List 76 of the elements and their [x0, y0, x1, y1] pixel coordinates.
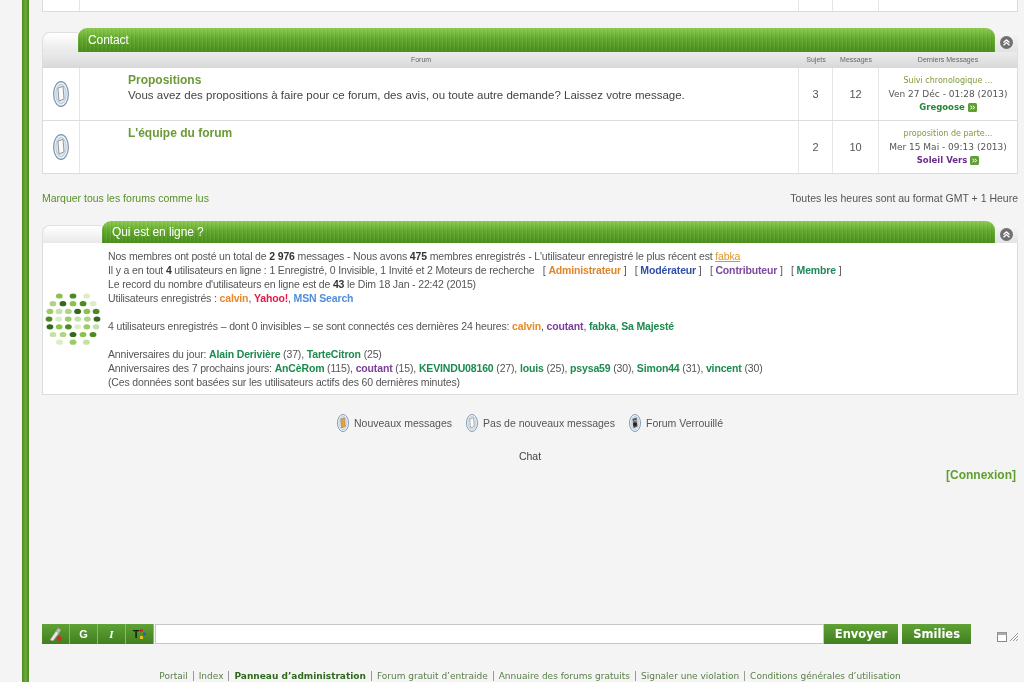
footer-link[interactable]: Portail [154, 671, 193, 681]
username-link[interactable]: AnCèRom [274, 362, 325, 374]
book-icon [53, 81, 69, 107]
chat-title: Chat [518, 450, 542, 462]
group-link[interactable]: Contributeur [715, 264, 778, 276]
mark-read-link[interactable]: Marquer tous les forums comme lus [42, 192, 209, 204]
username-link[interactable]: fabka [715, 250, 741, 262]
username-link[interactable]: KEVINDU08160 [418, 362, 494, 374]
text-color-button[interactable]: T [126, 624, 154, 644]
forum-title-link[interactable]: L'équipe du forum [128, 126, 233, 140]
table-cell: 10 [833, 121, 879, 173]
table-cell: 2 [799, 121, 833, 173]
bold-button[interactable]: G [70, 624, 98, 644]
square-arrow-icon[interactable] [967, 102, 977, 112]
username-link[interactable]: Simon44 [636, 362, 680, 374]
group-link[interactable]: Administrateur [548, 264, 621, 276]
username-link[interactable]: vincent [705, 362, 742, 374]
forum-title-link[interactable]: Propositions [128, 73, 202, 87]
online-info-text: Anniversaires des 7 prochains jours: AnCèRom (115), coutant (15), KEVINDU08160 (27), louis (25), psysa59 (30), Simon44 (31), vincent (30) [108, 361, 764, 375]
message-input[interactable] [155, 624, 824, 644]
username-link[interactable]: MSN Search [293, 292, 354, 304]
last-post-link[interactable]: proposition de parte... [903, 128, 993, 140]
footer-link[interactable]: Index [193, 671, 229, 681]
online-info-text: Nos membres ont posté un total de 2 976 messages - Nous avons 475 membres enregistrés - L'utilisateur enregistré le plus récent est fabka [108, 249, 742, 263]
brush-icon [49, 627, 62, 641]
online-info-text: Le record du nombre d'utilisateurs en ligne est de 43 le Dim 18 Jan - 22:42 (2015) [108, 277, 477, 291]
window-icon[interactable] [997, 632, 1007, 642]
table-cell: 3 [799, 68, 833, 120]
legend-label: Nouveaux messages [354, 417, 453, 429]
book-icon [466, 414, 479, 432]
last-post-date: Ven 27 Déc - 01:28 (2013) [888, 88, 1008, 100]
square-arrow-icon[interactable] [970, 155, 980, 165]
footer-link[interactable]: Conditions générales d’utilisation [745, 671, 906, 681]
online-info-text: 4 utilisateurs enregistrés – dont 0 invisibles – se sont connectés ces dernières 24 heures: calvin, coutant, fabka, Sa Majesté [108, 319, 675, 333]
online-info-text: Il y a en tout 4 utilisateurs en ligne : 1 Enregistré, 0 Invisible, 1 Invité et 2 Moteurs de recherche [ Administrateur ] [ Modérateur ] [ Contributeur ] [ Membre ] [108, 263, 843, 277]
last-post-date: Mer 15 Mai - 09:13 (2013) [889, 141, 1007, 153]
online-info-text: Anniversaires du jour: Alain Derivière (37), TarteCitron (25) [108, 347, 383, 361]
dotted-globe-icon [45, 290, 101, 347]
username-link[interactable]: calvin [512, 320, 541, 332]
section-title: Contact [88, 33, 129, 47]
online-info-text: Utilisateurs enregistrés : calvin, Yahoo!, MSN Search [108, 291, 355, 305]
collapse-icon[interactable] [1000, 35, 1013, 49]
smilies-button[interactable]: Smilies [902, 624, 971, 644]
send-button[interactable]: Envoyer [823, 624, 899, 644]
footer-link[interactable]: Annuaire des forums gratuits [493, 671, 635, 681]
username-link[interactable]: fabka [588, 320, 616, 332]
forum-description: Vous avez des propositions à faire pour ce forum, des avis, ou toute autre demande? Laissez votre message. [128, 88, 685, 103]
lock-icon [628, 414, 641, 432]
author-link[interactable]: Gregoose [919, 101, 965, 113]
username-link[interactable]: psysa59 [570, 362, 611, 374]
group-link[interactable]: Modérateur [640, 264, 697, 276]
group-link[interactable]: Membre [796, 264, 836, 276]
author-link[interactable]: Soleil Vers [916, 154, 968, 166]
italic-button[interactable]: I [98, 624, 126, 644]
footer-link[interactable]: Signaler une violation [635, 671, 745, 681]
login-link[interactable]: [Connexion] [946, 467, 1016, 482]
brush-button[interactable] [42, 624, 70, 644]
username-link[interactable]: Alain Derivière [209, 348, 281, 360]
legend-label: Pas de nouveaux messages [483, 417, 615, 429]
section-title: Qui est en ligne ? [112, 225, 204, 239]
color-squares-icon [140, 629, 147, 639]
book-icon [337, 414, 349, 432]
username-link[interactable]: Sa Majesté [621, 320, 674, 332]
collapse-icon[interactable] [1000, 227, 1013, 241]
footer-link[interactable]: Panneau d’administration [229, 671, 371, 681]
book-icon [53, 134, 69, 160]
username-link[interactable]: coutant [355, 362, 393, 374]
resize-grip-icon[interactable] [1010, 633, 1018, 641]
timezone-note: Toutes les heures sont au format GMT + 1 Heure [790, 192, 1018, 204]
table-cell: 12 [833, 68, 879, 120]
username-link[interactable]: louis [519, 362, 544, 374]
username-link[interactable]: TarteCitron [306, 348, 361, 360]
last-post-link[interactable]: Suivi chronologique ... [903, 75, 993, 87]
online-info-text: (Ces données sont basées sur les utilisateurs actifs des 60 dernières minutes) [108, 375, 461, 389]
footer-link[interactable]: Forum gratuit d’entraide [371, 671, 493, 681]
legend-label: Forum Verrouillé [645, 417, 723, 429]
